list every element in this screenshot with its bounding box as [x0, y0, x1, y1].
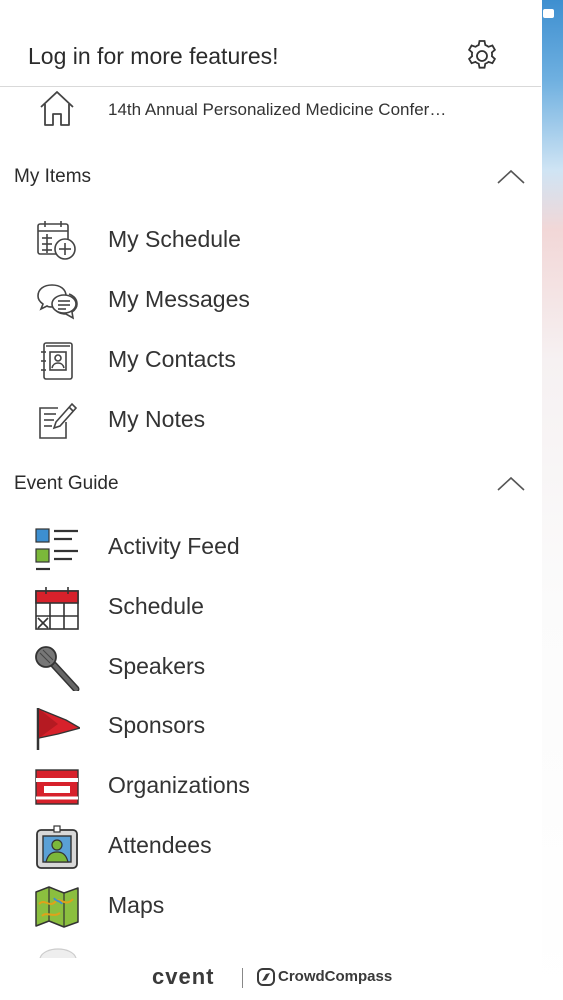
menu-item-organizations[interactable]: Organizations [0, 758, 541, 814]
home-icon [40, 91, 74, 126]
menu-item-label: My Contacts [108, 346, 236, 372]
footer-divider [242, 968, 243, 988]
crowdcompass-logo-icon [257, 968, 275, 986]
side-drawer: Log in for more features! 14th Annual Pe… [0, 0, 541, 1000]
menu-item-label: Attendees [108, 832, 212, 858]
crowdcompass-logo: CrowdCompass [278, 968, 393, 985]
chevron-up-icon[interactable] [497, 169, 525, 185]
gear-icon[interactable] [464, 38, 500, 74]
menu-item-speakers[interactable]: Speakers [0, 639, 541, 695]
section-title-my-items: My Items [14, 166, 92, 187]
menu-item-label: Activity Feed [108, 533, 240, 559]
menu-item-label: Maps [108, 892, 165, 918]
battery-icon [543, 9, 554, 18]
footer-branding: cvent CrowdCompass [0, 958, 541, 1000]
menu-item-my-schedule[interactable]: My Schedule [0, 212, 541, 268]
menu-item-label: Speakers [108, 653, 206, 679]
menu-item-sponsors[interactable]: Sponsors [0, 698, 541, 754]
event-home-row[interactable]: 14th Annual Personalized Medicine Confer… [0, 86, 541, 136]
login-prompt[interactable]: Log in for more features! [28, 43, 279, 70]
activity-list-icon [35, 528, 78, 571]
event-name: 14th Annual Personalized Medicine Confer… [108, 100, 447, 119]
map-icon [35, 886, 79, 928]
menu-item-label: Schedule [108, 593, 204, 619]
chat-bubbles-icon [37, 284, 78, 320]
menu-item-label: My Messages [108, 286, 250, 312]
menu-item-label: Organizations [108, 772, 250, 798]
menu-item-label: My Notes [108, 406, 206, 432]
menu-item-attendees[interactable]: Attendees [0, 818, 541, 874]
menu-item-label: My Schedule [108, 226, 241, 252]
drawer-header[interactable]: Log in for more features! [0, 22, 541, 87]
section-header-event-guide[interactable]: Event Guide [0, 464, 541, 504]
calendar-icon [35, 587, 79, 630]
menu-item-activity-feed[interactable]: Activity Feed [0, 519, 541, 575]
badge-icon [36, 825, 78, 869]
section-header-my-items[interactable]: My Items [0, 157, 541, 197]
menu-item-my-contacts[interactable]: My Contacts [0, 332, 541, 388]
menu-item-my-notes[interactable]: My Notes [0, 392, 541, 448]
menu-item-my-messages[interactable]: My Messages [0, 272, 541, 328]
section-title-event-guide: Event Guide [14, 473, 119, 494]
calendar-add-icon [37, 221, 76, 260]
note-pencil-icon [39, 402, 78, 439]
microphone-icon [35, 646, 80, 691]
flag-icon [36, 708, 80, 750]
next-item-icon-partial [39, 948, 77, 958]
chevron-up-icon[interactable] [497, 476, 525, 492]
cvent-logo: cvent [152, 964, 215, 989]
menu-item-label: Sponsors [108, 712, 206, 738]
banner-icon [35, 769, 79, 805]
menu-item-maps[interactable]: Maps [0, 878, 541, 934]
contact-book-icon [41, 342, 73, 380]
background-app-strip [542, 0, 563, 1000]
menu-item-schedule[interactable]: Schedule [0, 579, 541, 635]
